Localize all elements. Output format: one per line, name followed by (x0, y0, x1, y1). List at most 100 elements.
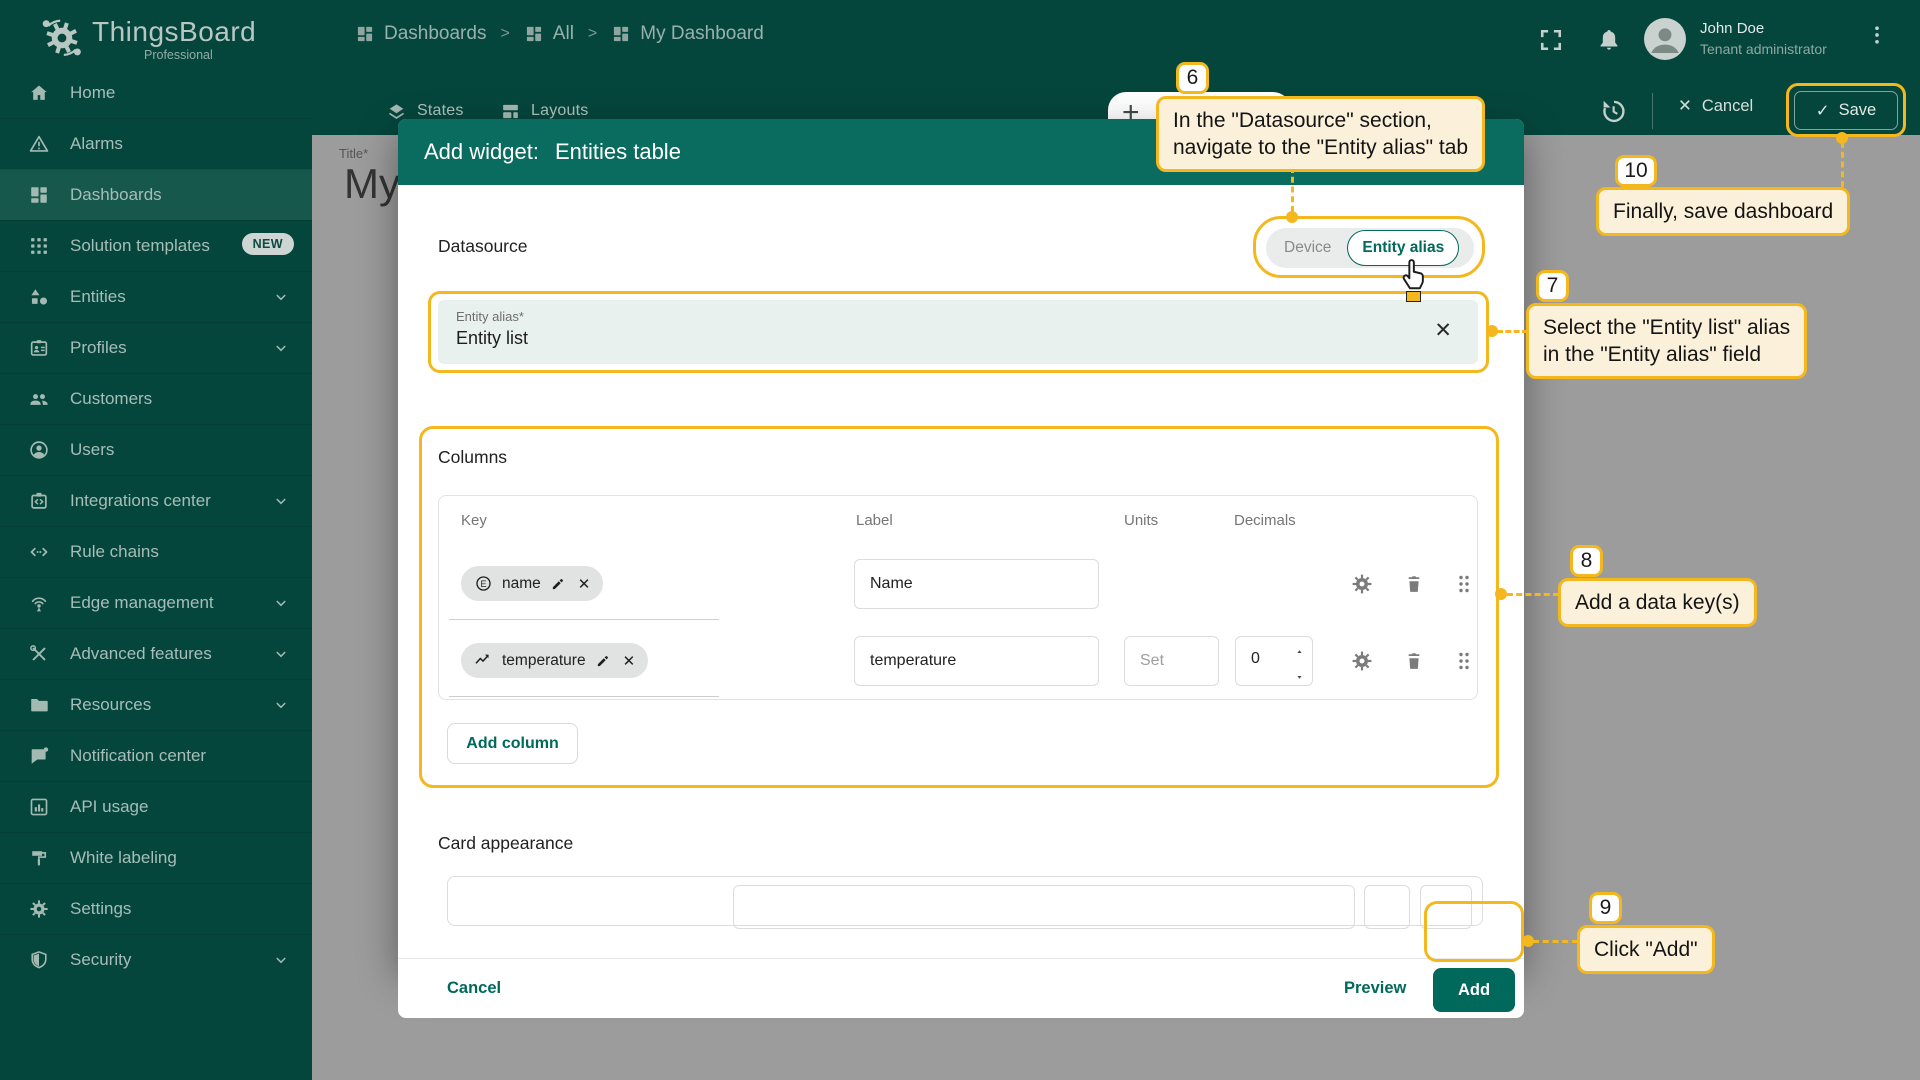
remove-key-icon[interactable]: ✕ (623, 652, 636, 670)
sidebar-item-settings[interactable]: Settings (0, 883, 312, 934)
dashboard-icon (611, 24, 631, 44)
dialog-cancel-button[interactable]: Cancel (447, 979, 501, 998)
entity-alias-field-value: Entity list (456, 328, 529, 348)
check-icon: ✓ (1815, 101, 1830, 120)
decimals-stepper-temperature[interactable]: 0 (1235, 636, 1313, 686)
sidebar-item-api-usage[interactable]: API usage (0, 781, 312, 832)
more-menu-icon[interactable] (1866, 24, 1888, 46)
sidebar-item-users[interactable]: Users (0, 424, 312, 475)
delete-column-icon[interactable] (1402, 649, 1426, 673)
home-icon (28, 82, 50, 104)
column-header-decimals: Decimals (1234, 512, 1296, 529)
column-settings-icon[interactable] (1350, 572, 1374, 596)
sidebar-item-customers[interactable]: Customers (0, 373, 312, 424)
sidebar-item-edge-management[interactable]: Edge management (0, 577, 312, 628)
data-key-chip-name[interactable]: Ename ✕ (461, 566, 604, 601)
data-key-chip-temperature[interactable]: temperature ✕ (461, 643, 649, 678)
brand-edition: Professional (144, 48, 213, 62)
sidebar-item-profiles[interactable]: Profiles (0, 322, 312, 373)
sidebar-item-alarms[interactable]: Alarms (0, 118, 312, 169)
dashboard-save-button[interactable]: ✓ Save (1794, 91, 1898, 130)
annotation-10-line1: Finally, save dashboard (1613, 200, 1834, 223)
delete-column-icon[interactable] (1402, 572, 1426, 596)
chevron-down-icon (272, 288, 290, 306)
sidebar-item-label: Dashboards (70, 185, 162, 204)
add-column-button[interactable]: Add column (447, 723, 578, 764)
label-input-name[interactable] (854, 559, 1099, 609)
history-icon[interactable] (1598, 96, 1628, 126)
annotation-6-line2: navigate to the "Entity alias" tab (1173, 136, 1469, 159)
card-appearance-input[interactable] (733, 885, 1355, 929)
dashboard-cancel-label: Cancel (1701, 96, 1754, 115)
drag-handle-icon[interactable] (1452, 649, 1476, 673)
column-settings-icon[interactable] (1350, 649, 1374, 673)
sidebar-item-advanced-features[interactable]: Advanced features (0, 628, 312, 679)
hand-cursor-icon (1396, 256, 1432, 292)
dashboard-cancel-button[interactable]: ✕ Cancel (1678, 96, 1753, 116)
chevron-down-icon (272, 696, 290, 714)
breadcrumb-item-my-dashboard[interactable]: My Dashboard (611, 23, 764, 45)
remove-key-icon[interactable]: ✕ (578, 575, 591, 593)
notifications-bell-icon[interactable] (1595, 26, 1623, 54)
sidebar-item-solution-templates[interactable]: Solution templates NEW (0, 220, 312, 271)
sidebar-item-label: Security (70, 950, 132, 969)
sidebar-item-label: Customers (70, 389, 153, 408)
decrement-icon[interactable] (1294, 668, 1305, 686)
annotation-6-line1: In the "Datasource" section, (1173, 109, 1432, 132)
drag-handle-icon[interactable] (1452, 572, 1476, 596)
toolbar-divider (1652, 93, 1653, 129)
column-row-temperature: temperature ✕ 0 (439, 623, 1477, 700)
increment-icon[interactable] (1294, 646, 1305, 664)
dashboard-save-label: Save (1838, 101, 1877, 119)
annotation-badge-10: 10 (1615, 155, 1657, 187)
breadcrumb-item-all[interactable]: All (524, 23, 574, 45)
edit-key-icon[interactable] (595, 652, 612, 669)
sidebar-item-label: Advanced features (70, 644, 212, 663)
dashboards-icon (28, 184, 50, 206)
breadcrumb-label: My Dashboard (640, 22, 764, 44)
sidebar-item-security[interactable]: Security (0, 934, 312, 985)
users-icon (28, 439, 50, 461)
alarm-icon (28, 133, 50, 155)
breadcrumb-separator: > (587, 24, 598, 42)
sidebar-item-dashboards[interactable]: Dashboards (0, 169, 312, 220)
entity-alias-field[interactable]: Entity alias* Entity list ✕ (438, 300, 1478, 364)
sidebar-item-notification-center[interactable]: Notification center (0, 730, 312, 781)
sidebar: Home Alarms Dashboards Solution templates NE… (0, 67, 312, 1080)
brand-name: ThingsBoard (92, 16, 257, 47)
column-header-key: Key (461, 512, 487, 529)
avatar[interactable] (1644, 18, 1686, 60)
edit-key-icon[interactable] (550, 575, 567, 592)
add-button[interactable]: Add (1433, 968, 1515, 1012)
clear-alias-icon[interactable]: ✕ (1434, 318, 1452, 343)
annotation-badge-9: 9 (1589, 892, 1622, 924)
sidebar-item-label: Users (70, 440, 115, 459)
breadcrumb-label: Dashboards (384, 22, 487, 44)
sidebar-item-label: API usage (70, 797, 149, 816)
fullscreen-icon[interactable] (1537, 26, 1565, 54)
card-appearance-small-box[interactable] (1364, 885, 1410, 929)
tab-device[interactable]: Device (1268, 230, 1347, 266)
sidebar-item-entities[interactable]: Entities (0, 271, 312, 322)
preview-button[interactable]: Preview (1344, 979, 1406, 998)
units-input-temperature[interactable] (1124, 636, 1219, 686)
sidebar-item-rule-chains[interactable]: Rule chains (0, 526, 312, 577)
sidebar-item-label: Profiles (70, 338, 127, 357)
breadcrumb-item-dashboards[interactable]: Dashboards (355, 23, 486, 45)
label-input-temperature[interactable] (854, 636, 1099, 686)
sidebar-item-white-labeling[interactable]: White labeling (0, 832, 312, 883)
integrations-icon (28, 490, 50, 512)
sidebar-item-integrations-center[interactable]: Integrations center (0, 475, 312, 526)
profiles-icon (28, 337, 50, 359)
card-appearance-options-box[interactable] (1420, 885, 1472, 929)
advanced-icon (28, 643, 50, 665)
column-header-units: Units (1124, 512, 1159, 529)
entity-field-icon: E (474, 574, 493, 593)
annotation-box-8: Add a data key(s) (1558, 578, 1757, 627)
annotation-badge-8: 8 (1570, 545, 1603, 577)
sidebar-item-resources[interactable]: Resources (0, 679, 312, 730)
annotation-box-9: Click "Add" (1577, 925, 1715, 974)
column-row-name: Ename ✕ (439, 546, 1477, 623)
annotation-box-7: Select the "Entity list" alias in the "E… (1526, 303, 1808, 379)
sidebar-item-home[interactable]: Home (0, 67, 312, 118)
